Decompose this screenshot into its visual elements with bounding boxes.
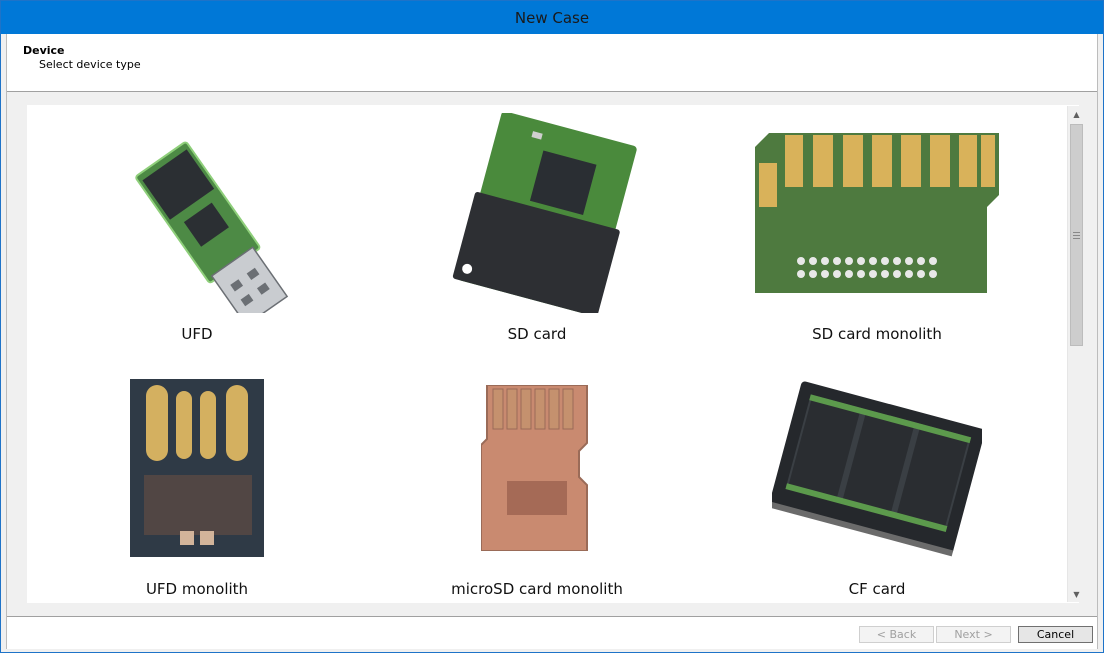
ufd-monolith-image bbox=[27, 360, 367, 575]
device-label: UFD monolith bbox=[145, 580, 249, 598]
cf-card-image bbox=[707, 360, 1047, 575]
sd-card-monolith-image bbox=[707, 105, 1047, 320]
vertical-scrollbar[interactable]: ▲ ▼ bbox=[1067, 106, 1084, 602]
scroll-up-arrow-icon[interactable]: ▲ bbox=[1068, 106, 1085, 122]
grip-icon bbox=[1073, 231, 1080, 239]
step-title: Device bbox=[23, 44, 65, 57]
dialog-title: New Case bbox=[514, 8, 590, 27]
dialog-body: Device Select device type UFD SD card SD… bbox=[6, 34, 1098, 649]
scroll-down-arrow-icon[interactable]: ▼ bbox=[1068, 586, 1085, 602]
device-label: UFD bbox=[181, 325, 213, 343]
device-grid: UFD SD card SD card monolith UFD monolit… bbox=[27, 105, 1057, 603]
microsd-monolith-image bbox=[367, 360, 707, 575]
sd-card-board-image bbox=[367, 105, 707, 320]
wizard-header: Device Select device type bbox=[7, 34, 1097, 92]
wizard-footer: < Back Next > Cancel bbox=[7, 616, 1097, 649]
step-subtitle: Select device type bbox=[39, 58, 141, 71]
device-label: CF card bbox=[848, 580, 906, 598]
device-label: SD card bbox=[507, 325, 567, 343]
device-label: SD card monolith bbox=[812, 325, 942, 343]
usb-flash-drive-board-image bbox=[27, 105, 367, 320]
next-button[interactable]: Next > bbox=[936, 626, 1011, 643]
cancel-button[interactable]: Cancel bbox=[1018, 626, 1093, 643]
new-case-dialog: New Case Device Select device type UFD S… bbox=[0, 0, 1104, 653]
scrollbar-thumb[interactable] bbox=[1070, 124, 1083, 346]
device-label: microSD card monolith bbox=[451, 580, 623, 598]
back-button[interactable]: < Back bbox=[859, 626, 934, 643]
device-type-list: UFD SD card SD card monolith UFD monolit… bbox=[27, 105, 1084, 603]
dialog-title-bar: New Case bbox=[1, 1, 1103, 34]
